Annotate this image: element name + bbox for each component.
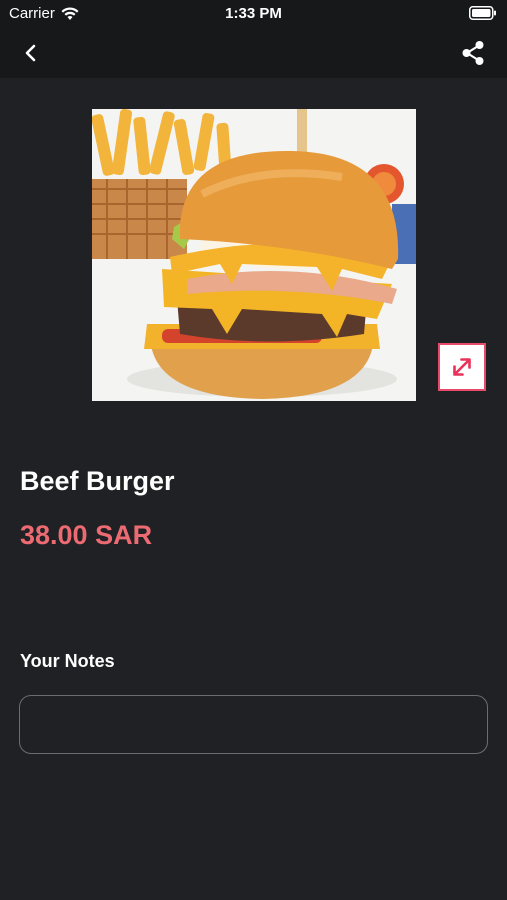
status-bar: Carrier 1:33 PM — [0, 0, 507, 28]
chevron-left-icon — [25, 44, 36, 62]
expand-image-button[interactable] — [438, 343, 486, 391]
navigation-bar — [0, 28, 507, 78]
share-button[interactable] — [459, 39, 487, 67]
burger-photo — [92, 109, 416, 401]
status-time: 1:33 PM — [225, 5, 282, 22]
expand-icon — [453, 358, 471, 376]
back-button[interactable] — [18, 40, 44, 66]
product-price: 38.00 SAR — [20, 520, 153, 550]
share-icon — [462, 41, 484, 65]
product-name: Beef Burger — [20, 466, 175, 496]
product-image[interactable] — [92, 109, 416, 401]
notes-label: Your Notes — [20, 651, 115, 671]
notes-input[interactable] — [19, 695, 488, 754]
battery-icon — [469, 6, 497, 24]
